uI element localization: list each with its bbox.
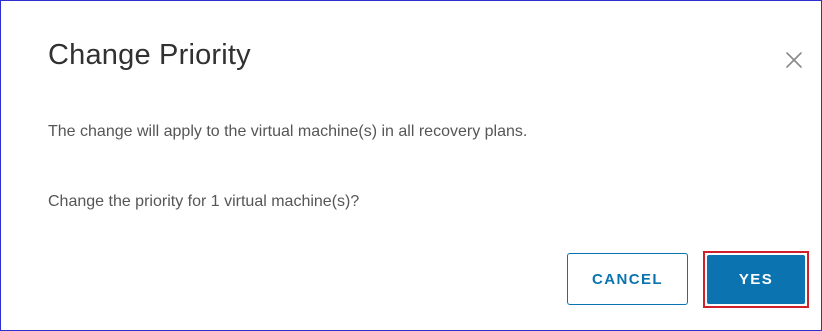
yes-button-highlight: YES	[703, 251, 809, 308]
scope-message: The change will apply to the virtual mac…	[48, 123, 528, 140]
close-icon	[786, 52, 802, 68]
yes-button[interactable]: YES	[707, 255, 805, 304]
confirm-message: Change the priority for 1 virtual machin…	[48, 193, 360, 210]
change-priority-dialog: Change Priority The change will apply to…	[0, 0, 822, 331]
close-button[interactable]	[781, 47, 807, 73]
dialog-title: Change Priority	[48, 39, 251, 71]
cancel-button[interactable]: CANCEL	[567, 253, 688, 305]
